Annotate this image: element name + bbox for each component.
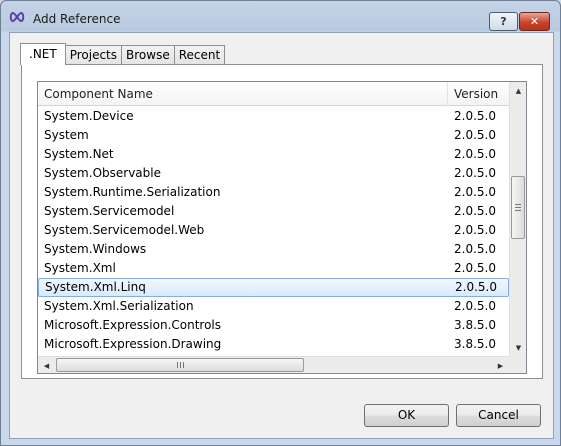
component-name-cell: System.Xml.Serialization (44, 299, 194, 313)
component-name-cell: System.Observable (44, 166, 161, 180)
tab-strip: .NET Projects Browse Recent (20, 43, 226, 65)
cancel-button[interactable]: Cancel (456, 404, 541, 427)
version-cell: 3.8.5.0 (454, 337, 496, 351)
component-name-cell: System.Xml.Linq (45, 280, 146, 294)
list-item[interactable]: System.Net 2.0.5.0 (38, 145, 509, 164)
title-bar[interactable]: Add Reference ? ✕ (1, 1, 560, 33)
ok-button[interactable]: OK (364, 404, 449, 427)
vertical-scrollbar[interactable]: ▲ ▼ (509, 82, 526, 356)
list-header: Component Name Version (38, 82, 509, 106)
version-cell: 2.0.5.0 (454, 147, 496, 161)
component-name-cell: Microsoft.Expression.Controls (44, 318, 222, 332)
tab-browse[interactable]: Browse (121, 45, 175, 65)
tab-projects[interactable]: Projects (64, 45, 123, 65)
version-cell: 2.0.5.0 (454, 204, 496, 218)
window-title: Add Reference (33, 12, 121, 26)
version-cell: 2.0.5.0 (454, 109, 496, 123)
component-name-cell: System (44, 128, 89, 142)
dialog-body: .NET Projects Browse Recent Component Na… (9, 32, 554, 439)
list-item[interactable]: Microsoft.Expression.Drawing 3.8.5.0 (38, 335, 509, 354)
list-item[interactable]: System.Xml 2.0.5.0 (38, 259, 509, 278)
horizontal-scroll-thumb[interactable] (56, 358, 304, 372)
list-item[interactable]: System.Observable 2.0.5.0 (38, 164, 509, 183)
column-header-version[interactable]: Version (448, 82, 509, 106)
scroll-right-arrow-icon[interactable]: ▶ (492, 357, 509, 373)
list-item[interactable]: System.Xml.Serialization 2.0.5.0 (38, 297, 509, 316)
list-item[interactable]: Microsoft.Expression.Controls 3.8.5.0 (38, 316, 509, 335)
version-cell: 2.0.5.0 (454, 128, 496, 142)
list-item[interactable]: System.Device 2.0.5.0 (38, 107, 509, 126)
scroll-up-arrow-icon[interactable]: ▲ (510, 82, 526, 99)
version-cell: 2.0.5.0 (454, 261, 496, 275)
column-header-component-name[interactable]: Component Name (38, 82, 448, 106)
list-rows: System.Device 2.0.5.0 System 2.0.5.0 System.… (38, 107, 509, 354)
list-item[interactable]: System.Runtime.Serialization 2.0.5.0 (38, 183, 509, 202)
scroll-down-arrow-icon[interactable]: ▼ (510, 339, 526, 356)
component-list[interactable]: Component Name Version System.Device 2.0.… (37, 81, 527, 374)
close-button[interactable]: ✕ (519, 12, 550, 31)
scroll-left-arrow-icon[interactable]: ◀ (38, 357, 55, 373)
list-item[interactable]: System.Servicemodel 2.0.5.0 (38, 202, 509, 221)
component-name-cell: System.Xml (44, 261, 116, 275)
scrollbar-corner (509, 356, 526, 373)
list-item[interactable]: System.Windows 2.0.5.0 (38, 240, 509, 259)
infinity-icon (9, 11, 25, 23)
tab-recent[interactable]: Recent (173, 45, 226, 65)
add-reference-window: Add Reference ? ✕ .NET Projects Browse R… (0, 0, 561, 446)
grip-icon (176, 362, 184, 368)
grip-icon (515, 204, 521, 211)
version-cell: 2.0.5.0 (454, 299, 496, 313)
component-name-cell: System.Servicemodel (44, 204, 175, 218)
component-name-cell: System.Net (44, 147, 114, 161)
version-cell: 2.0.5.0 (454, 242, 496, 256)
horizontal-scrollbar[interactable]: ◀ ▶ (38, 356, 509, 373)
tab-panel-dotnet: Component Name Version System.Device 2.0.… (21, 64, 543, 379)
tab-dotnet[interactable]: .NET (20, 43, 66, 65)
list-item[interactable]: System 2.0.5.0 (38, 126, 509, 145)
version-cell: 2.0.5.0 (454, 223, 496, 237)
vertical-scroll-thumb[interactable] (511, 176, 525, 239)
component-name-cell: System.Windows (44, 242, 147, 256)
list-item[interactable]: System.Xml.Linq 2.0.5.0 (38, 278, 509, 297)
component-name-cell: Microsoft.Expression.Drawing (44, 337, 222, 351)
help-button[interactable]: ? (489, 12, 518, 31)
component-name-cell: System.Servicemodel.Web (44, 223, 205, 237)
list-item[interactable]: System.Servicemodel.Web 2.0.5.0 (38, 221, 509, 240)
version-cell: 3.8.5.0 (454, 318, 496, 332)
version-cell: 2.0.5.0 (454, 166, 496, 180)
version-cell: 2.0.5.0 (454, 185, 496, 199)
component-name-cell: System.Device (44, 109, 134, 123)
version-cell: 2.0.5.0 (455, 280, 497, 294)
component-name-cell: System.Runtime.Serialization (44, 185, 221, 199)
